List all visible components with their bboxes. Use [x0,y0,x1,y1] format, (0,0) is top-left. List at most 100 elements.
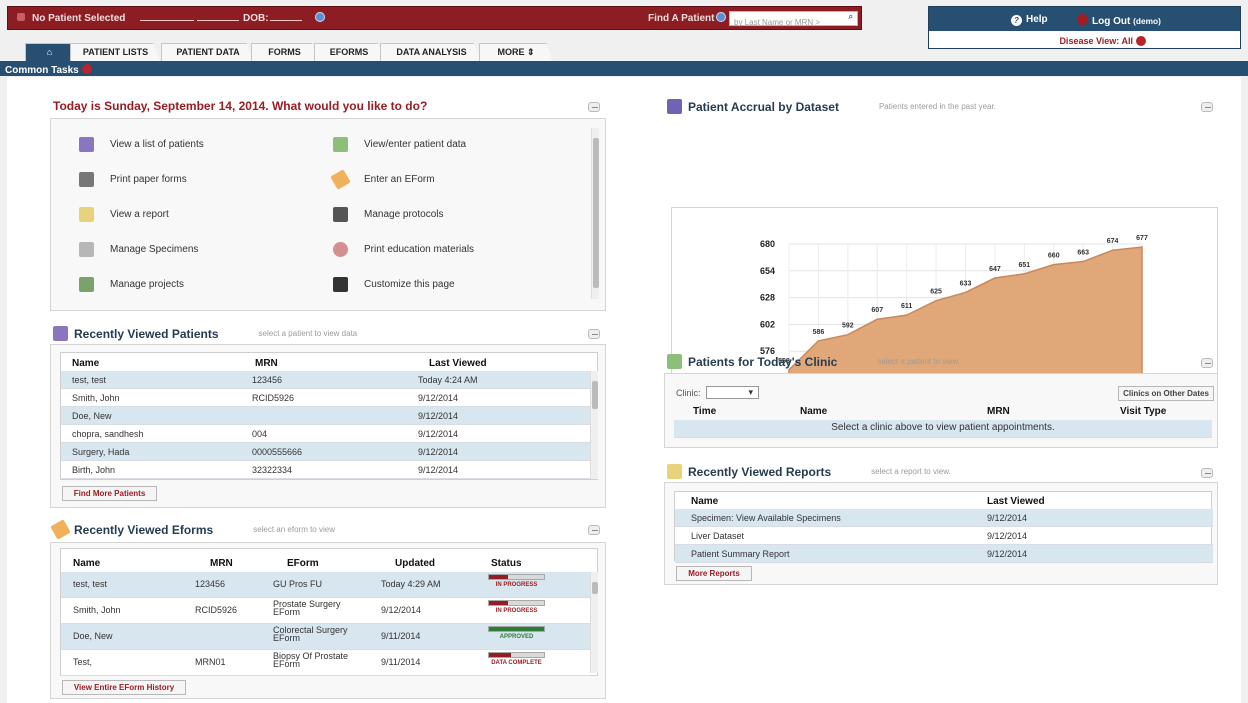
patients-collapse-icon[interactable] [588,329,600,339]
y-tick-label: 602 [760,319,775,329]
accrual-collapse-icon[interactable] [1201,102,1213,112]
tab-more[interactable]: MORE ⇕ [479,43,553,63]
eform-status-label: DATA COMPLETE [491,660,542,666]
today-task-panel: View a list of patients Print paper form… [50,118,606,311]
eform-status-label: IN PROGRESS [495,608,538,614]
eform-row[interactable]: test, test 123456 GU Pros FU Today 4:29 AM I… [61,572,590,598]
clinics-other-dates-button[interactable]: Clinics on Other Dates [1118,386,1214,401]
patient-row[interactable]: Birth, John 32322334 9/12/2014 [61,461,590,479]
eform-name-header: Name [73,558,101,569]
eform-row[interactable]: Test, MRN01 Biopsy Of Prostate EForm 9/11/2… [61,650,590,676]
tab-patient-data[interactable]: PATIENT DATA [161,43,255,63]
home-tab[interactable]: ⌂ [25,43,74,63]
data-label: 586 [813,329,825,336]
clipboard-icon [333,206,348,222]
task-print-forms[interactable]: Print paper forms [79,169,187,189]
patient-row[interactable]: Smith, John RCID5926 9/12/2014 [61,389,590,407]
data-label: 663 [1077,250,1089,257]
today-collapse-icon[interactable] [588,102,600,112]
clinic-heading: Patients for Today's Clinic select a pati… [667,354,960,369]
report-row[interactable]: Liver Dataset 9/12/2014 [675,527,1213,545]
eform-row[interactable]: Smith, John RCID5926 Prostate Surgery EFor… [61,598,590,624]
no-patient-label: No Patient Selected [32,13,126,24]
eforms-collapse-icon[interactable] [588,525,600,535]
task-view-report[interactable]: View a report [79,204,169,224]
y-tick-label: 628 [760,293,775,303]
eform-history-button[interactable]: View Entire EForm History [62,680,186,695]
eform-status-header: Status [491,558,522,569]
disease-view-selector[interactable]: Disease View: All [1059,36,1146,46]
projects-icon [79,276,94,292]
account-box: ? Help Log Out (demo) Disease View: All [928,6,1241,49]
logout-link[interactable]: Log Out (demo) [1077,14,1161,27]
dob-label: DOB: [243,13,269,24]
specimen-icon [79,241,94,257]
patient-row[interactable]: chopra, sandhesh 004 9/12/2014 [61,425,590,443]
patients-heading: Recently Viewed Patients select a patient… [53,326,357,341]
dashboard: Today is Sunday, September 14, 2014. Wha… [7,77,1241,703]
task-customize-page[interactable]: Customize this page [333,274,455,294]
more-reports-button[interactable]: More Reports [676,566,752,581]
patient-name: Doe, New [72,411,112,421]
task-view-patients[interactable]: View a list of patients [79,134,204,154]
patients-table: Name MRN Last Viewed test, test 123456 Tod… [60,352,598,480]
find-patient-dropdown-icon[interactable] [716,12,726,22]
clinic-empty-message: Select a clinic above to view patient ap… [674,420,1212,438]
eform-mrn: 123456 [195,579,226,589]
common-tasks-bar[interactable]: Common Tasks [0,61,1248,76]
task-enter-patient-data[interactable]: View/enter patient data [333,134,466,154]
help-link[interactable]: ? Help [1011,14,1048,26]
patient-search-input[interactable]: by Last Name or MRN > ⌕ [729,11,858,27]
common-tasks-dropdown-icon [81,64,92,74]
data-label: 633 [960,280,972,287]
report-row[interactable]: Specimen: View Available Specimens 9/12/2… [675,509,1213,527]
patient-name: Smith, John [72,393,120,403]
patient-row[interactable]: Surgery, Hada 0000555666 9/12/2014 [61,443,590,461]
clinic-collapse-icon[interactable] [1201,358,1213,368]
task-scrollbar[interactable] [591,128,599,299]
patients-icon [79,136,94,152]
clinic-time-header: Time [693,406,717,417]
eform-patient-name: Doe, New [73,631,113,641]
patient-name: Birth, John [72,465,116,475]
task-enter-eform[interactable]: Enter an EForm [330,168,435,190]
search-icon[interactable]: ⌕ [849,12,853,22]
clinic-select[interactable]: ▾ [706,386,759,399]
eform-patient-name: test, test [73,579,108,589]
patient-row[interactable]: Doe, New 9/12/2014 [61,407,590,425]
reports-panel: Name Last Viewed Specimen: View Availabl… [664,482,1218,585]
report-row[interactable]: Patient Summary Report 9/12/2014 [675,545,1213,563]
report-last-viewed-header: Last Viewed [987,496,1045,507]
eforms-heading: Recently Viewed Eforms select an eform to… [50,519,335,540]
eform-status-label: IN PROGRESS [495,582,538,588]
data-label: 674 [1107,238,1119,245]
tab-data-analysis[interactable]: DATA ANALYSIS [380,43,483,63]
eform-row[interactable]: Doe, New Colorectal Surgery EForm 9/11/201… [61,624,590,650]
task-manage-protocols[interactable]: Manage protocols [333,204,444,224]
tab-patient-lists[interactable]: PATIENT LISTS [70,43,161,63]
task-manage-specimens[interactable]: Manage Specimens [79,239,198,259]
data-label: 607 [871,307,883,314]
patient-dropdown-icon[interactable] [315,12,325,22]
reports-collapse-icon[interactable] [1201,468,1213,478]
tab-eforms[interactable]: EFORMS [314,43,384,63]
patient-row[interactable]: test, test 123456 Today 4:24 AM [61,371,590,389]
status-progress-bar [488,626,545,632]
patients-scrollbar[interactable] [590,371,598,479]
patient-name: Surgery, Hada [72,447,130,457]
eform-name: Biopsy Of Prostate EForm [273,651,349,669]
clinic-label: Clinic: [676,388,701,398]
eforms-scrollbar[interactable] [590,572,598,673]
tab-forms[interactable]: FORMS [251,43,318,63]
task-manage-projects[interactable]: Manage projects [79,274,184,294]
find-more-patients-button[interactable]: Find More Patients [62,486,157,501]
patient-mrn-header: MRN [255,358,278,369]
recent-patients-icon [53,326,68,341]
data-label: 625 [930,289,942,296]
task-print-education[interactable]: Print education materials [333,239,474,259]
eform-pen-icon [50,519,71,540]
eform-mrn: MRN01 [195,657,226,667]
printer-icon [79,171,94,187]
eform-updated: 9/11/2014 [381,657,421,667]
clinic-mrn-header: MRN [987,406,1010,417]
